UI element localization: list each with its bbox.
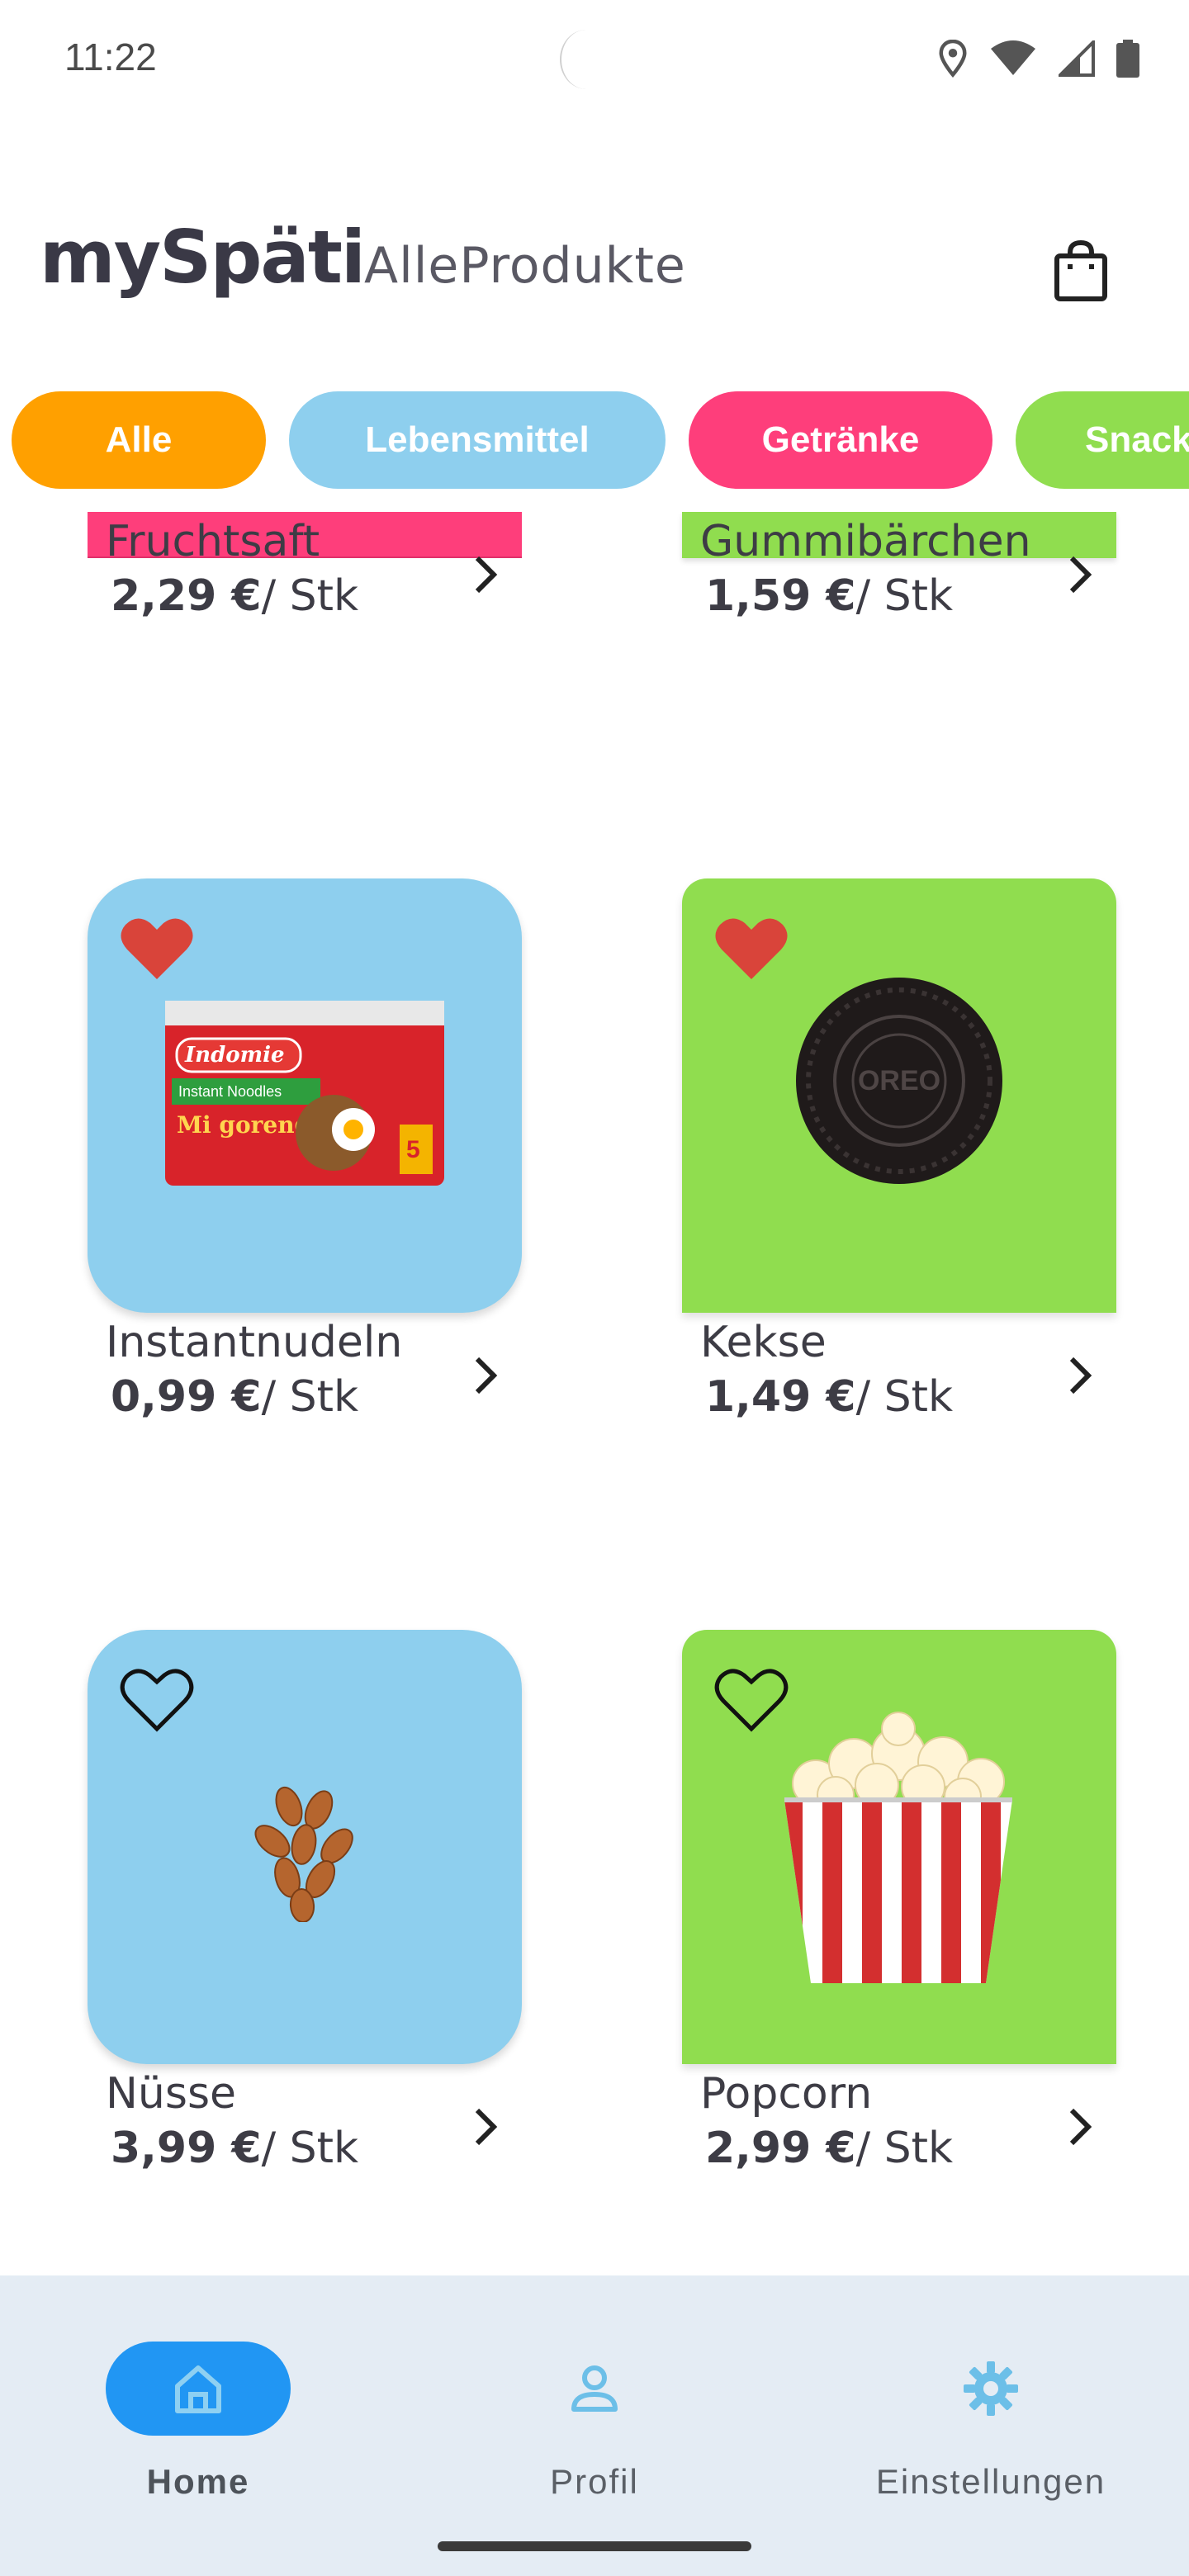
category-chip-lebensmittel[interactable]: Lebensmittel	[289, 391, 666, 489]
gear-icon	[964, 2361, 1018, 2416]
product-name: Instantnudeln	[106, 1318, 403, 1367]
svg-text:5: 5	[406, 1136, 420, 1163]
product-tile: OREO	[682, 878, 1116, 1313]
category-chip-snacks[interactable]: Snacks	[1016, 391, 1189, 489]
product-info: Instantnudeln 0,99 €/ Stk	[88, 1318, 522, 1433]
brand-name: mySpäti	[40, 215, 366, 300]
nav-item-home[interactable]: Home	[50, 2308, 347, 2507]
chevron-right-icon[interactable]	[467, 1352, 504, 1399]
nav-label-home: Home	[146, 2462, 250, 2501]
product-price: 2,29 €/ Stk	[111, 571, 358, 621]
cell-signal-icon	[1059, 40, 1095, 77]
price-amount: 1,49 €	[705, 1372, 856, 1422]
category-chip-alle[interactable]: Alle	[12, 391, 266, 489]
chevron-right-icon[interactable]	[1062, 1352, 1098, 1399]
heart-outline-icon[interactable]	[119, 1666, 195, 1734]
chevron-right-icon[interactable]	[1062, 2104, 1098, 2150]
heart-filled-icon[interactable]	[713, 915, 789, 983]
location-icon	[939, 40, 967, 78]
popcorn-bucket-image	[784, 1712, 1012, 1983]
nav-item-profil[interactable]: Profil	[446, 2308, 743, 2507]
battery-icon	[1116, 40, 1139, 78]
price-unit: / Stk	[855, 1372, 954, 1422]
svg-text:OREO: OREO	[858, 1065, 940, 1096]
heart-filled-icon[interactable]	[119, 915, 195, 983]
svg-text:Instant Noodles: Instant Noodles	[178, 1083, 282, 1100]
wifi-icon	[991, 40, 1035, 75]
oreo-cookie-image: OREO	[796, 978, 1002, 1184]
status-bar: 11:22	[0, 0, 1189, 124]
svg-text:Indomie: Indomie	[184, 1043, 285, 1068]
product-name: Kekse	[700, 1318, 827, 1367]
chevron-right-icon[interactable]	[1062, 552, 1098, 598]
product-name: Fruchtsaft	[106, 517, 320, 566]
nav-item-einstellungen[interactable]: Einstellungen	[842, 2308, 1139, 2507]
product-info: Kekse 1,49 €/ Stk	[682, 1318, 1116, 1433]
price-amount: 0,99 €	[111, 1372, 262, 1422]
product-price: 1,49 €/ Stk	[705, 1372, 953, 1422]
product-price: 0,99 €/ Stk	[111, 1372, 358, 1422]
product-info: Fruchtsaft 2,29 €/ Stk	[88, 517, 522, 632]
category-filter-bar: Alle Lebensmittel Getränke Snacks	[0, 391, 1189, 490]
product-tile	[88, 1630, 522, 2064]
product-name: Gummibärchen	[700, 517, 1031, 566]
product-price: 1,59 €/ Stk	[705, 571, 953, 621]
chevron-right-icon[interactable]	[467, 552, 504, 598]
camera-cutout	[560, 30, 613, 89]
category-chip-getraenke[interactable]: Getränke	[689, 391, 992, 489]
product-card-fruchtsaft[interactable]: Fruchtsaft 2,29 €/ Stk	[88, 512, 522, 632]
product-info: Nüsse 3,99 €/ Stk	[88, 2069, 522, 2185]
gesture-home-indicator[interactable]	[438, 2541, 751, 2551]
price-unit: / Stk	[855, 571, 954, 621]
product-card-popcorn[interactable]: Popcorn 2,99 €/ Stk	[682, 1630, 1116, 2185]
chevron-right-icon[interactable]	[467, 2104, 504, 2150]
brand-title: mySpäti AlleProdukte	[40, 215, 686, 300]
nav-label-einstellungen: Einstellungen	[875, 2462, 1106, 2501]
price-amount: 3,99 €	[111, 2124, 262, 2173]
bottom-navigation: Home Profil Einstellungen	[0, 2275, 1189, 2576]
product-price: 2,99 €/ Stk	[705, 2124, 953, 2173]
product-info: Gummibärchen 1,59 €/ Stk	[682, 517, 1116, 632]
page-subtitle: AlleProdukte	[364, 237, 686, 295]
home-icon	[175, 2365, 221, 2413]
price-unit: / Stk	[855, 2124, 954, 2173]
product-name: Nüsse	[106, 2069, 237, 2119]
product-info: Popcorn 2,99 €/ Stk	[682, 2069, 1116, 2185]
product-card-kekse[interactable]: OREO Kekse 1,49 €/ Stk	[682, 878, 1116, 1433]
app-header: mySpäti AlleProdukte	[0, 190, 1189, 301]
price-amount: 2,29 €	[111, 571, 262, 621]
instant-noodles-image: Indomie Instant Noodles Mi goreng 5	[165, 1001, 444, 1186]
price-unit: / Stk	[261, 2124, 359, 2173]
nav-label-profil: Profil	[550, 2462, 639, 2501]
product-grid: Fruchtsaft 2,29 €/ Stk Gummibärchen 1,59…	[0, 512, 1189, 2279]
svg-text:Mi goreng: Mi goreng	[177, 1111, 310, 1139]
product-card-gummibaerchen[interactable]: Gummibärchen 1,59 €/ Stk	[682, 512, 1116, 632]
product-card-instantnudeln[interactable]: Indomie Instant Noodles Mi goreng 5 Inst…	[88, 878, 522, 1433]
price-unit: / Stk	[261, 571, 359, 621]
status-time: 11:22	[64, 36, 157, 78]
product-tile	[682, 1630, 1116, 2064]
price-amount: 2,99 €	[705, 2124, 856, 2173]
shopping-bag-icon	[1054, 239, 1107, 301]
cart-button[interactable]	[1054, 239, 1108, 302]
product-card-nuesse[interactable]: Nüsse 3,99 €/ Stk	[88, 1630, 522, 2185]
almonds-image	[254, 1786, 353, 1922]
person-icon	[571, 2365, 618, 2412]
price-unit: / Stk	[261, 1372, 359, 1422]
product-price: 3,99 €/ Stk	[111, 2124, 358, 2173]
price-amount: 1,59 €	[705, 571, 856, 621]
status-icons	[938, 40, 1139, 78]
product-tile: Indomie Instant Noodles Mi goreng 5	[88, 878, 522, 1313]
product-name: Popcorn	[700, 2069, 873, 2119]
